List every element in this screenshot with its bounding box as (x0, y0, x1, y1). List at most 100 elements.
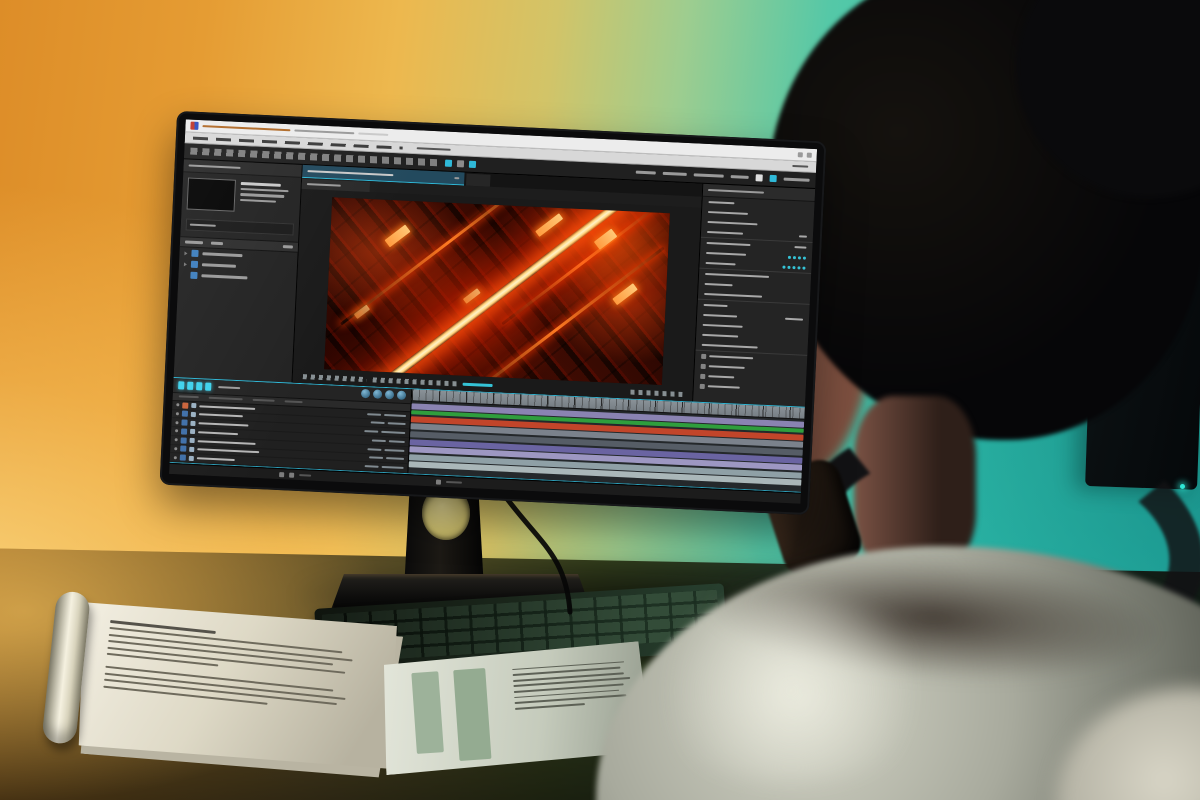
eye-icon (174, 447, 177, 450)
layer-value (388, 422, 406, 425)
eye-icon (176, 412, 179, 415)
render-option-icons (630, 390, 682, 397)
keyframe-dot (798, 256, 801, 259)
eye-icon (175, 421, 178, 424)
project-metadata (239, 180, 288, 214)
composition-tab-label (307, 170, 393, 177)
window-title-suffix (358, 132, 388, 136)
effects-properties-panel (692, 184, 815, 407)
timecode-digit (196, 382, 202, 390)
composition-icon (190, 272, 197, 279)
layer-name (198, 431, 238, 435)
layer-name (199, 405, 255, 410)
shirt-highlight (636, 598, 946, 783)
zoom-tool-icon (469, 161, 476, 168)
effect-icon (700, 383, 705, 388)
minimize-icon (798, 152, 803, 157)
selection-tool-icon (445, 160, 452, 167)
layer-value (384, 449, 404, 452)
footage-subtab (302, 179, 370, 192)
status-text (299, 474, 311, 477)
keyframe-dot (787, 265, 790, 268)
effects-tab-label (708, 189, 764, 194)
window-title-path (294, 129, 354, 134)
folder-icon (191, 261, 198, 268)
project-thumbnail (187, 177, 236, 211)
workspace-item (663, 172, 687, 176)
snapshot-icon (755, 174, 762, 181)
composition-mini-flowchart-icon (361, 389, 370, 398)
layer-name (197, 449, 259, 454)
eye-icon (175, 430, 178, 433)
layer-name (199, 414, 243, 418)
graph-editor-icon (397, 391, 406, 400)
project-item-label (202, 263, 236, 267)
layer-value (381, 431, 405, 434)
zoom-level-text (463, 383, 493, 387)
photo-scene (0, 0, 1200, 800)
playback-icons (303, 374, 367, 382)
primary-monitor (160, 111, 827, 515)
composition-viewer (292, 165, 702, 402)
workspace-item (636, 171, 656, 174)
layer-type-icon (189, 455, 194, 460)
preview-render-neon-artwork (324, 197, 670, 385)
layer-type-icon (191, 412, 196, 417)
expand-arrow-icon (184, 251, 187, 255)
keyframe-dot (797, 266, 800, 269)
layer-color-swatch (181, 437, 187, 443)
layer-mode (369, 457, 383, 460)
layer-mode (365, 465, 379, 468)
timecode-digit (205, 382, 211, 390)
menu-extra (417, 147, 451, 151)
layer-value (384, 414, 406, 417)
workspace-item (694, 174, 724, 178)
layer-mode (371, 422, 385, 425)
folder-icon (191, 250, 198, 257)
main-light-beam (324, 197, 670, 385)
window-title-text (202, 125, 290, 132)
workspace-item (731, 175, 749, 178)
inactive-tab (466, 174, 491, 187)
glow-panel (354, 305, 370, 319)
layer-name (198, 422, 248, 427)
layer-mode (364, 430, 378, 433)
status-icon (289, 472, 294, 477)
layer-type-icon (191, 403, 196, 408)
layer-mode (367, 448, 381, 451)
project-search-field (186, 218, 294, 235)
timecode-digit (187, 381, 193, 389)
layer-value (382, 466, 404, 469)
status-icon (279, 472, 284, 477)
eye-icon (176, 403, 179, 406)
tab-close-icon (454, 177, 459, 180)
active-workspace-icon (769, 175, 776, 182)
layer-value (386, 457, 404, 460)
layer-type-icon (190, 429, 195, 434)
project-panel (174, 159, 303, 382)
layer-name (197, 457, 235, 461)
app-icon (190, 122, 198, 130)
keyframe-dot (792, 266, 795, 269)
glow-panel (535, 213, 563, 237)
layer-color-swatch (182, 411, 188, 417)
workspace-label (784, 178, 810, 182)
layer-color-swatch (182, 402, 188, 408)
view-option-icons (373, 377, 457, 386)
menu-right (792, 165, 808, 168)
eye-icon (174, 456, 177, 459)
project-preview-row (181, 172, 301, 220)
layer-mode (372, 439, 386, 442)
project-item-label (201, 274, 247, 279)
keyframe-dot (802, 266, 805, 269)
layer-type-icon (190, 438, 195, 443)
effect-icon (701, 363, 706, 368)
keyframe-dots (782, 265, 805, 269)
layer-type-icon (189, 447, 194, 452)
effect-icon (701, 353, 706, 358)
project-tab-label (189, 164, 241, 169)
layer-value (389, 440, 405, 443)
footage-subtab-label (307, 183, 341, 187)
power-led (1180, 484, 1185, 489)
expand-arrow-icon (184, 262, 187, 266)
